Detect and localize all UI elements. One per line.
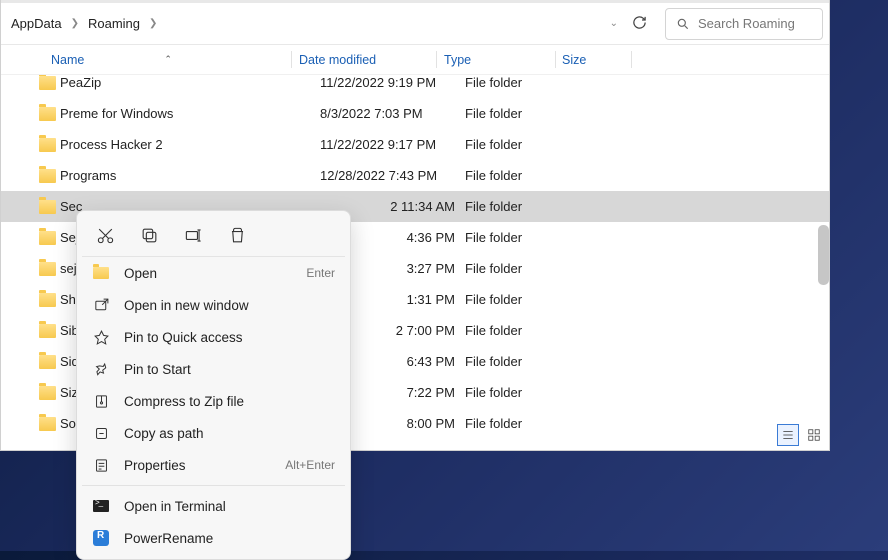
file-type: File folder [465,416,583,431]
folder-icon [39,355,56,369]
trash-icon [228,226,247,245]
menu-properties[interactable]: Properties Alt+Enter [82,449,345,481]
view-mode-toggles [777,424,825,446]
thumbnails-view-button[interactable] [803,424,825,446]
file-type: File folder [465,354,583,369]
folder-icon [39,76,56,90]
table-row[interactable]: PeaZip 11/22/2022 9:19 PM File folder [1,75,829,98]
scissors-icon [96,226,115,245]
menu-label: PowerRename [124,531,335,546]
menu-copy-path[interactable]: Copy as path [82,417,345,449]
powerrename-icon [93,530,109,546]
folder-icon [39,107,56,121]
file-name: PeaZip [60,75,320,90]
file-name: Process Hacker 2 [60,137,320,152]
menu-shortcut: Alt+Enter [285,458,335,472]
external-window-icon [93,297,110,314]
file-date: 11/22/2022 9:17 PM [320,137,465,152]
history-dropdown-icon[interactable]: ⌄ [610,18,618,29]
menu-pin-start[interactable]: Pin to Start [82,353,345,385]
column-name-label: Name [51,53,84,67]
table-row[interactable]: Preme for Windows 8/3/2022 7:03 PM File … [1,98,829,129]
refresh-icon[interactable] [632,15,647,33]
details-view-button[interactable] [777,424,799,446]
menu-label: Pin to Quick access [124,330,335,345]
folder-icon [39,262,56,276]
folder-icon [39,417,56,431]
menu-open-terminal[interactable]: Open in Terminal [82,490,345,522]
file-type: File folder [465,199,583,214]
cut-button[interactable] [94,224,116,246]
copy-icon [140,226,159,245]
search-input[interactable]: Search Roaming [665,8,823,40]
properties-icon [93,457,110,474]
folder-icon [93,267,109,279]
menu-open-new-window[interactable]: Open in new window [82,289,345,321]
folder-icon [39,386,56,400]
file-type: File folder [465,106,583,121]
delete-button[interactable] [226,224,248,246]
file-name: Preme for Windows [60,106,320,121]
pin-icon [93,361,110,378]
column-size[interactable]: Size [562,53,637,67]
search-icon [676,17,690,31]
sort-ascending-icon: ⌃ [164,54,172,65]
file-date: 12/28/2022 7:43 PM [320,168,465,183]
menu-pin-quick-access[interactable]: Pin to Quick access [82,321,345,353]
file-type: File folder [465,323,583,338]
folder-icon [39,231,56,245]
chevron-right-icon[interactable]: ❯ [64,18,86,29]
folder-icon [39,200,56,214]
file-type: File folder [465,137,583,152]
column-date[interactable]: Date modified [299,53,444,67]
file-type: File folder [465,385,583,400]
copy-button[interactable] [138,224,160,246]
menu-label: Open in Terminal [124,499,335,514]
address-controls: ⌄ [610,15,657,33]
file-date: 8/3/2022 7:03 PM [320,106,465,121]
folder-icon [39,324,56,338]
breadcrumb-seg-appdata[interactable]: AppData [9,14,64,33]
menu-label: Properties [124,458,271,473]
menu-powerrename[interactable]: PowerRename [82,522,345,554]
table-row[interactable]: Programs 12/28/2022 7:43 PM File folder [1,160,829,191]
menu-open[interactable]: Open Enter [82,257,345,289]
vertical-scrollbar[interactable] [818,225,829,285]
context-menu-action-row [82,216,345,257]
file-type: File folder [465,230,583,245]
menu-label: Open in new window [124,298,335,313]
terminal-icon [93,500,109,512]
column-headers: Name ⌃ Date modified Type Size [1,45,829,75]
zip-icon [93,393,110,410]
file-type: File folder [465,292,583,307]
table-row[interactable]: Process Hacker 2 11/22/2022 9:17 PM File… [1,129,829,160]
menu-label: Pin to Start [124,362,335,377]
file-date: 11/22/2022 9:19 PM [320,75,465,90]
rename-icon [184,226,203,245]
file-type: File folder [465,168,583,183]
file-type: File folder [465,75,583,90]
menu-label: Copy as path [124,426,335,441]
folder-icon [39,138,56,152]
file-type: File folder [465,261,583,276]
file-name: Programs [60,168,320,183]
address-bar: AppData ❯ Roaming ❯ ⌄ Search Roaming [1,0,829,45]
column-name[interactable]: Name ⌃ [51,53,299,67]
star-icon [93,329,110,346]
copy-path-icon [93,425,110,442]
folder-icon [39,169,56,183]
menu-shortcut: Enter [306,266,335,280]
folder-icon [39,293,56,307]
breadcrumb-seg-roaming[interactable]: Roaming [86,14,142,33]
menu-separator [82,485,345,486]
column-type[interactable]: Type [444,53,562,67]
context-menu: Open Enter Open in new window Pin to Qui… [76,210,351,560]
chevron-right-icon[interactable]: ❯ [142,18,164,29]
menu-compress-zip[interactable]: Compress to Zip file [82,385,345,417]
menu-label: Compress to Zip file [124,394,335,409]
menu-label: Open [124,266,292,281]
breadcrumb[interactable]: AppData ❯ Roaming ❯ [7,14,602,33]
rename-button[interactable] [182,224,204,246]
search-placeholder: Search Roaming [698,16,795,31]
